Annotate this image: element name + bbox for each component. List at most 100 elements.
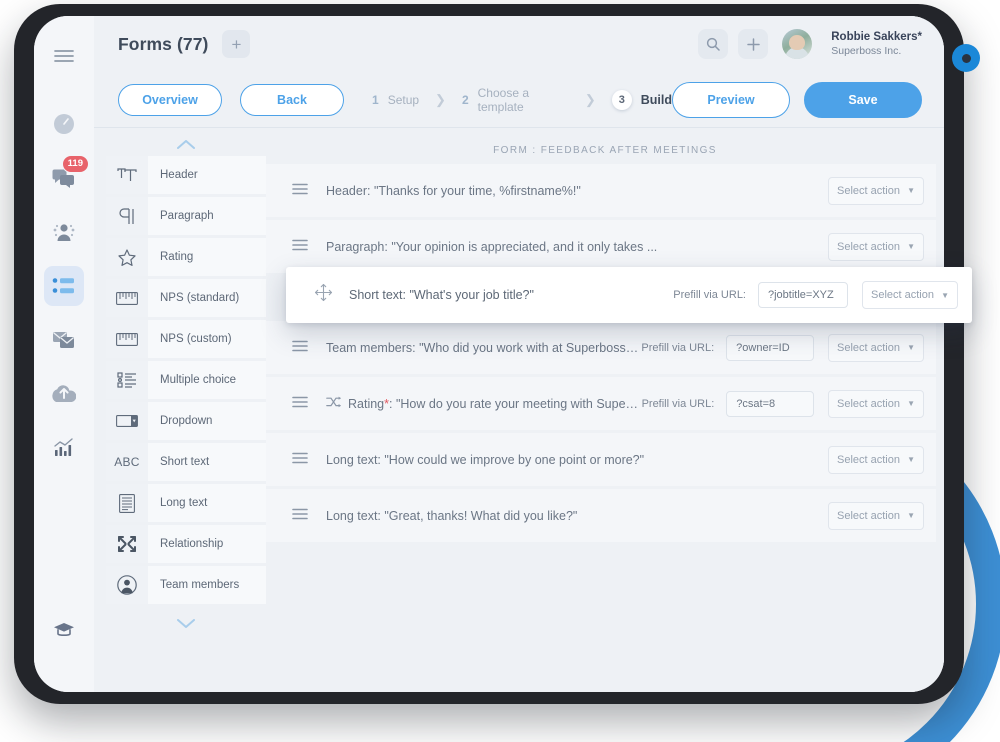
- row-label: Long text: "How could we improve by one …: [326, 452, 645, 467]
- palette-item-team-members[interactable]: Team members: [106, 566, 266, 604]
- select-action-dropdown[interactable]: Select action ▼: [828, 389, 924, 418]
- messages-icon[interactable]: 119: [44, 155, 89, 198]
- nps-standard-icon: [106, 279, 148, 317]
- app-body: Forms (77) + Robbie Sakkers* Superboss I…: [94, 16, 944, 692]
- drag-handle-icon[interactable]: [292, 507, 308, 525]
- row-label: Rating*: "How do you rate your meeting w…: [348, 397, 642, 411]
- builder-workspace: Header Paragraph Rating NPS (standard) N…: [94, 128, 944, 692]
- prefill-input[interactable]: ?csat=8: [726, 390, 814, 417]
- screenshot-stage: 119 Forms (77) + Robbie Sakkers* Superbo…: [0, 0, 1000, 742]
- select-action-label: Select action: [871, 289, 934, 301]
- palette-item-rating[interactable]: Rating: [106, 238, 266, 276]
- upload-icon[interactable]: [44, 374, 84, 414]
- table-row[interactable]: Long text: "Great, thanks! What did you …: [266, 489, 936, 542]
- select-action-dropdown[interactable]: Select action ▼: [862, 281, 958, 309]
- palette-item-label: NPS (standard): [160, 292, 240, 304]
- prefill-label: Prefill via URL:: [641, 341, 715, 354]
- sidebar-item-forms[interactable]: [44, 266, 84, 306]
- palette-item-short-text[interactable]: ABC Short text: [106, 443, 266, 481]
- dashboard-icon[interactable]: [44, 104, 84, 144]
- palette-item-header[interactable]: Header: [106, 156, 266, 194]
- select-action-dropdown[interactable]: Select action ▼: [828, 176, 924, 205]
- overview-button[interactable]: Overview: [118, 83, 222, 116]
- palette-item-relationship[interactable]: Relationship: [106, 525, 266, 563]
- nps-custom-icon: [106, 320, 148, 358]
- step-label: Setup: [387, 92, 420, 107]
- add-form-button[interactable]: +: [222, 30, 251, 58]
- campaigns-icon[interactable]: [44, 320, 84, 360]
- dropdown-icon: [106, 402, 148, 440]
- select-action-label: Select action: [837, 240, 900, 253]
- table-row[interactable]: Long text: "How could we improve by one …: [266, 433, 936, 486]
- row-question: : "How do you rate your meeting with Sup…: [389, 396, 642, 411]
- preview-button[interactable]: Preview: [672, 81, 790, 118]
- select-action-label: Select action: [837, 397, 900, 410]
- select-action-label: Select action: [837, 184, 900, 197]
- row-label: Paragraph: "Your opinion is appreciated,…: [326, 239, 658, 254]
- decorative-blue-dot: [952, 44, 980, 72]
- palette-item-nps-custom[interactable]: NPS (custom): [106, 320, 266, 358]
- contacts-icon[interactable]: [44, 212, 84, 252]
- step-setup[interactable]: 1 Setup: [372, 93, 419, 107]
- chevron-down-icon: ▼: [907, 186, 915, 195]
- prefill-input[interactable]: ?owner=ID: [726, 334, 814, 361]
- wizard-steps: 1 Setup ❯ 2 Choose a template ❯ 3 Build: [372, 86, 672, 114]
- prefill-input[interactable]: ?jobtitle=XYZ: [758, 282, 848, 308]
- palette-item-nps-standard[interactable]: NPS (standard): [106, 279, 266, 317]
- row-field-type: Rating: [348, 396, 385, 411]
- select-action-dropdown[interactable]: Select action ▼: [828, 445, 924, 474]
- table-row[interactable]: Team members: "Who did you work with at …: [266, 321, 936, 374]
- step-number: 1: [372, 92, 379, 107]
- step-label: Choose a template: [477, 85, 530, 114]
- drag-handle-icon[interactable]: [292, 451, 308, 469]
- step-build[interactable]: 3 Build: [611, 89, 672, 110]
- palette-item-label: Relationship: [160, 538, 224, 550]
- prefill-label: Prefill via URL:: [641, 397, 715, 410]
- palette-item-label: Rating: [160, 251, 194, 263]
- step-choose-template[interactable]: 2 Choose a template: [462, 86, 569, 114]
- drag-handle-icon[interactable]: [292, 339, 308, 357]
- menu-icon[interactable]: [44, 36, 84, 76]
- palette-item-label: Dropdown: [160, 415, 213, 427]
- plus-icon[interactable]: [738, 29, 769, 59]
- chevron-down-icon[interactable]: [106, 610, 266, 636]
- prefill-label: Prefill via URL:: [673, 289, 746, 301]
- chevron-down-icon: ▼: [941, 290, 949, 300]
- search-icon[interactable]: [698, 29, 729, 59]
- back-button[interactable]: Back: [240, 83, 344, 116]
- drag-handle-icon[interactable]: [292, 395, 308, 413]
- palette-item-multiple-choice[interactable]: Multiple choice: [106, 361, 266, 399]
- analytics-icon[interactable]: [44, 428, 84, 468]
- drag-handle-icon[interactable]: [292, 182, 308, 200]
- person-icon: [106, 566, 148, 604]
- chevron-down-icon: ▼: [907, 343, 915, 352]
- table-row[interactable]: Rating*: "How do you rate your meeting w…: [266, 377, 936, 430]
- paragraph-icon: [106, 197, 148, 235]
- move-icon[interactable]: [314, 283, 333, 307]
- table-row[interactable]: Paragraph: "Your opinion is appreciated,…: [266, 220, 936, 273]
- messages-badge: 119: [61, 155, 89, 173]
- avatar[interactable]: [782, 29, 813, 59]
- list-icon: [106, 361, 148, 399]
- drag-handle-icon[interactable]: [292, 238, 308, 256]
- palette-item-long-text[interactable]: Long text: [106, 484, 266, 522]
- step-number: 3: [611, 89, 632, 110]
- select-action-dropdown[interactable]: Select action ▼: [828, 501, 924, 530]
- select-action-dropdown[interactable]: Select action ▼: [828, 232, 924, 261]
- page-title: Forms (77): [118, 33, 209, 54]
- select-action-dropdown[interactable]: Select action ▼: [828, 333, 924, 362]
- row-label: Team members: "Who did you work with at …: [326, 340, 642, 355]
- palette-item-label: Long text: [160, 497, 208, 509]
- palette-item-label: Multiple choice: [160, 374, 237, 386]
- palette-item-dropdown[interactable]: Dropdown: [106, 402, 266, 440]
- user-name: Robbie Sakkers*: [831, 31, 922, 44]
- academy-icon[interactable]: [44, 610, 84, 650]
- chevron-up-icon[interactable]: [106, 132, 266, 156]
- header-icon: [106, 156, 148, 194]
- save-button[interactable]: Save: [804, 81, 922, 118]
- table-row[interactable]: Header: "Thanks for your time, %firstnam…: [266, 164, 936, 217]
- dragged-field-card[interactable]: Short text: "What's your job title?" Pre…: [286, 267, 972, 323]
- palette-item-paragraph[interactable]: Paragraph: [106, 197, 266, 235]
- palette-item-label: Header: [160, 169, 198, 181]
- topbar-actions: Robbie Sakkers* Superboss Inc.: [698, 29, 922, 59]
